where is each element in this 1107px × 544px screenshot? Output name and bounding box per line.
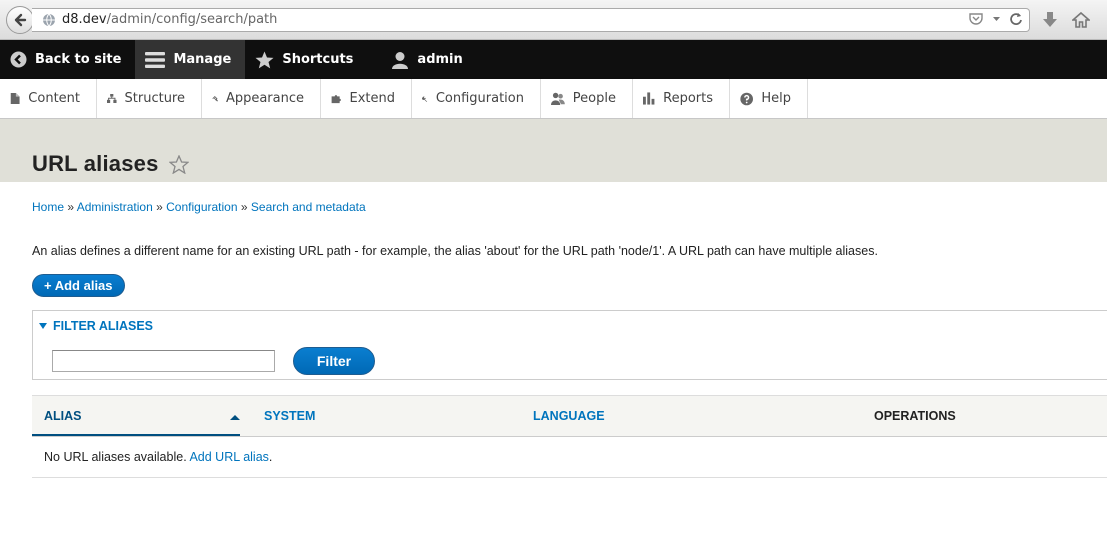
tray-item-reports[interactable]: Reports <box>633 79 730 118</box>
empty-suffix: . <box>268 450 273 464</box>
home-icon[interactable] <box>1072 11 1090 29</box>
wrench-icon <box>422 96 428 102</box>
shortcuts-label: Shortcuts <box>282 52 354 67</box>
breadcrumb-separator: » <box>67 200 75 214</box>
help-icon <box>740 92 753 105</box>
tray-item-content[interactable]: Content <box>0 79 97 118</box>
tray-item-label: People <box>572 91 616 106</box>
structure-icon <box>107 94 117 103</box>
table-empty-row: No URL aliases available. Add URL alias. <box>32 437 1107 478</box>
breadcrumb-separator: » <box>240 200 248 214</box>
manage-label: Manage <box>173 52 232 67</box>
admin-toolbar: Back to site Manage Shortcuts admin <box>0 40 1107 79</box>
bar-chart-icon <box>643 92 655 105</box>
browser-back-button[interactable] <box>6 5 34 34</box>
user-label: admin <box>417 52 463 67</box>
breadcrumb-configuration[interactable]: Configuration <box>166 200 237 214</box>
back-circle-icon <box>10 51 27 68</box>
file-icon <box>10 92 20 105</box>
filter-legend-label: FILTER ALIASES <box>53 319 153 333</box>
add-alias-button[interactable]: + Add alias <box>32 274 125 297</box>
tray-item-people[interactable]: People <box>541 79 633 118</box>
admin-tray: Content Structure Appearance Extend Conf… <box>0 79 1107 119</box>
tray-item-label: Configuration <box>435 91 524 106</box>
url-host: d8.dev <box>62 12 107 27</box>
tray-item-extend[interactable]: Extend <box>321 79 412 118</box>
download-icon[interactable] <box>1042 11 1058 29</box>
globe-icon <box>42 13 56 27</box>
browser-address-bar: d8.dev/admin/config/search/path <box>0 0 1107 40</box>
tray-item-help[interactable]: Help <box>730 79 808 118</box>
star-icon <box>255 51 274 68</box>
sort-ascending-icon <box>230 415 240 420</box>
back-to-site-link[interactable]: Back to site <box>0 40 135 79</box>
manage-tab[interactable]: Manage <box>135 40 246 79</box>
paintbrush-icon <box>212 95 218 102</box>
column-header-operations: OPERATIONS <box>874 409 956 423</box>
active-sort-underline <box>32 434 240 436</box>
tray-item-label: Help <box>761 91 791 106</box>
caret-down-icon <box>39 323 47 329</box>
tray-item-label: Extend <box>349 91 396 106</box>
people-icon <box>551 92 565 106</box>
breadcrumb-home[interactable]: Home <box>32 200 64 214</box>
tray-item-appearance[interactable]: Appearance <box>202 79 321 118</box>
shortcut-star-icon[interactable] <box>168 155 189 174</box>
page-header: URL aliases <box>0 119 1107 182</box>
aliases-table: ALIAS SYSTEM LANGUAGE OPERATIONS No URL … <box>32 395 1107 478</box>
tray-item-structure[interactable]: Structure <box>97 79 202 118</box>
breadcrumb-search-metadata[interactable]: Search and metadata <box>251 200 366 214</box>
menu-icon <box>145 51 166 68</box>
url-input[interactable]: d8.dev/admin/config/search/path <box>32 7 1030 32</box>
empty-message: No URL aliases available. <box>44 450 187 464</box>
tray-item-label: Appearance <box>225 91 304 106</box>
back-to-site-label: Back to site <box>35 52 122 67</box>
shortcuts-tab[interactable]: Shortcuts <box>245 40 367 79</box>
add-url-alias-link[interactable]: Add URL alias <box>189 450 268 464</box>
url-path: /admin/config/search/path <box>106 12 278 27</box>
user-tab[interactable]: admin <box>367 40 476 79</box>
breadcrumb: Home » Administration » Configuration » … <box>32 200 1107 214</box>
page-title: URL aliases <box>32 151 159 176</box>
filter-fieldset: FILTER ALIASES Filter <box>32 310 1107 380</box>
arrow-left-icon <box>14 13 27 26</box>
page-description: An alias defines a different name for an… <box>32 244 878 258</box>
main-content: Home » Administration » Configuration » … <box>0 182 1107 478</box>
tray-item-configuration[interactable]: Configuration <box>412 79 541 118</box>
column-header-alias[interactable]: ALIAS <box>44 409 82 423</box>
filter-legend[interactable]: FILTER ALIASES <box>39 319 153 333</box>
filter-button[interactable]: Filter <box>293 347 375 375</box>
column-header-language[interactable]: LANGUAGE <box>533 409 605 423</box>
breadcrumb-administration[interactable]: Administration <box>77 200 153 214</box>
tray-item-label: Content <box>28 91 80 106</box>
puzzle-icon <box>331 95 341 104</box>
pocket-icon[interactable] <box>968 12 984 26</box>
table-header: ALIAS SYSTEM LANGUAGE OPERATIONS <box>32 395 1107 437</box>
tray-item-label: Reports <box>663 91 713 106</box>
tray-item-label: Structure <box>124 91 185 106</box>
user-icon <box>392 51 409 69</box>
reload-icon[interactable] <box>1009 12 1023 26</box>
column-header-system[interactable]: SYSTEM <box>264 409 315 423</box>
breadcrumb-separator: » <box>156 200 163 214</box>
dropdown-arrow-icon[interactable] <box>992 14 1001 23</box>
filter-input[interactable] <box>52 350 275 372</box>
